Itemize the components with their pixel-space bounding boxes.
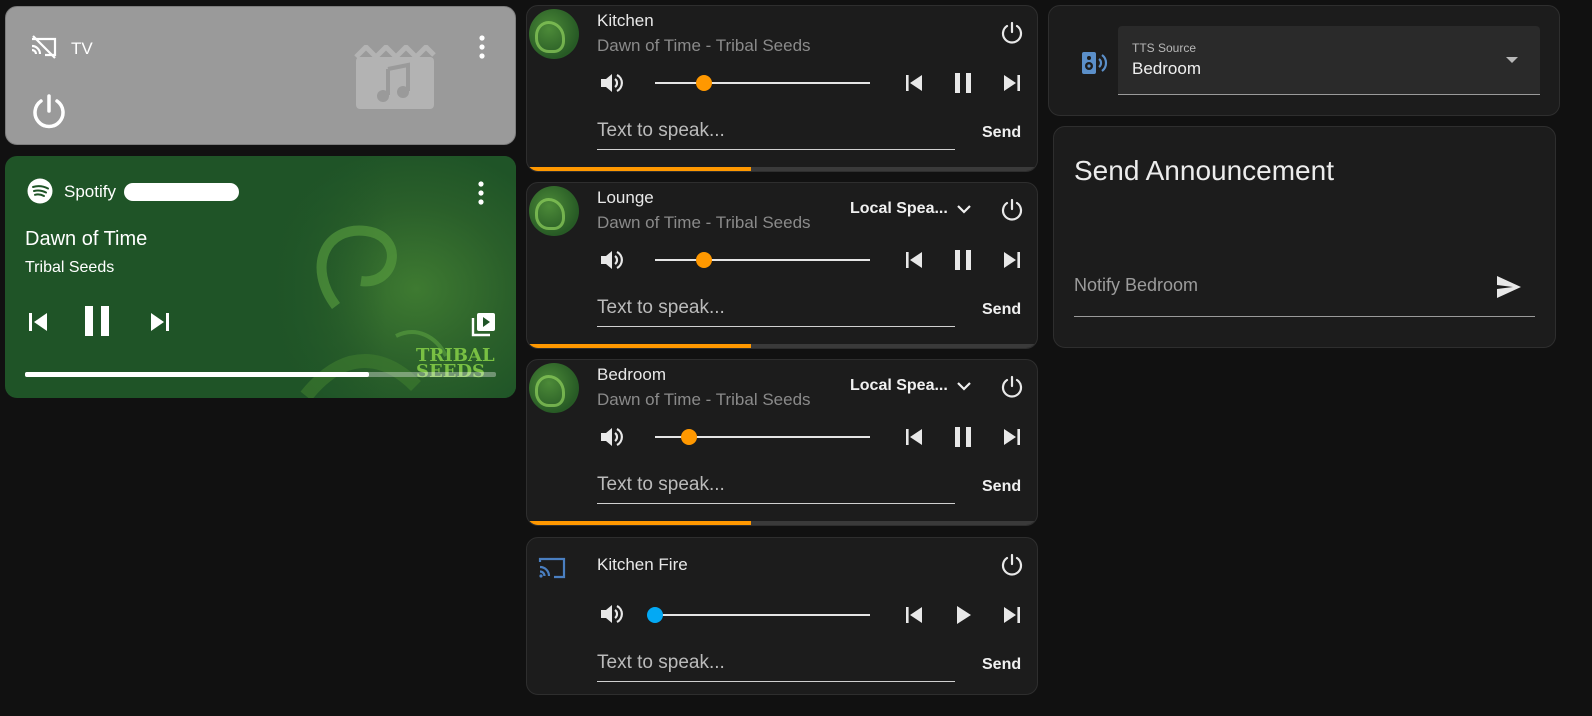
- source-name: Spotify: [64, 182, 116, 201]
- cast-disconnected-icon: [29, 34, 59, 60]
- source-select[interactable]: Local Spea...: [850, 377, 972, 395]
- now-playing: Dawn of Time - Tribal Seeds: [597, 36, 811, 55]
- more-options-icon[interactable]: [476, 180, 486, 206]
- speaker-name: Kitchen: [597, 11, 654, 30]
- previous-track-button[interactable]: [904, 250, 924, 270]
- spotify-card[interactable]: Spotify Dawn of Time Tribal Seeds TRIBAL…: [5, 156, 516, 398]
- notify-input[interactable]: Notify Bedroom: [1074, 270, 1535, 317]
- album-thumbnail: [529, 9, 579, 59]
- notify-placeholder: Notify Bedroom: [1074, 275, 1199, 295]
- more-options-icon[interactable]: [477, 34, 487, 60]
- redacted-account-name: [124, 183, 239, 201]
- previous-track-button[interactable]: [904, 605, 924, 625]
- progress-bar: [527, 167, 752, 171]
- next-track-button[interactable]: [1002, 605, 1022, 625]
- speaker-name: Bedroom: [597, 365, 666, 384]
- play-button[interactable]: [952, 603, 974, 627]
- speaker-card-bedroom[interactable]: Bedroom Dawn of Time - Tribal Seeds Loca…: [526, 359, 1038, 526]
- power-button[interactable]: [1000, 375, 1024, 399]
- tts-source-card: TTS Source Bedroom: [1048, 5, 1560, 116]
- power-button[interactable]: [1000, 553, 1024, 577]
- tts-source-label: TTS Source: [1132, 41, 1197, 55]
- now-playing: Dawn of Time - Tribal Seeds: [597, 213, 811, 232]
- progress-bar[interactable]: [25, 372, 496, 377]
- speaker-name: Kitchen Fire: [597, 555, 688, 574]
- pause-button[interactable]: [952, 248, 974, 272]
- next-track-button[interactable]: [149, 311, 171, 333]
- text-to-speak-input[interactable]: Text to speak...: [597, 295, 955, 327]
- pause-button[interactable]: [952, 71, 974, 95]
- chevron-down-icon: [957, 205, 971, 214]
- next-track-button[interactable]: [1002, 250, 1022, 270]
- now-playing: Dawn of Time - Tribal Seeds: [597, 390, 811, 409]
- speaker-card-kitchen[interactable]: Kitchen Dawn of Time - Tribal Seeds Text…: [526, 5, 1038, 172]
- power-button[interactable]: [1000, 198, 1024, 222]
- speaker-name: Lounge: [597, 188, 654, 207]
- send-button[interactable]: Send: [982, 478, 1021, 496]
- track-artist: Tribal Seeds: [25, 259, 115, 276]
- send-announcement-card: Send Announcement Notify Bedroom: [1053, 126, 1556, 348]
- volume-slider[interactable]: [655, 252, 870, 268]
- announcement-title: Send Announcement: [1074, 155, 1334, 186]
- progress-bar: [527, 344, 752, 348]
- progress-fill: [25, 372, 369, 377]
- tts-source-value: Bedroom: [1132, 59, 1201, 78]
- next-track-button[interactable]: [1002, 427, 1022, 447]
- send-icon[interactable]: [1495, 274, 1523, 300]
- spotify-icon: [27, 178, 53, 204]
- previous-track-button[interactable]: [27, 311, 49, 333]
- album-thumbnail: [529, 186, 579, 236]
- dropdown-arrow-icon: [1506, 57, 1518, 63]
- volume-icon[interactable]: [599, 425, 625, 449]
- previous-track-button[interactable]: [904, 427, 924, 447]
- text-to-speak-input[interactable]: Text to speak...: [597, 472, 955, 504]
- album-thumbnail: [529, 363, 579, 413]
- tts-source-select[interactable]: TTS Source Bedroom: [1118, 26, 1540, 95]
- send-button[interactable]: Send: [982, 301, 1021, 319]
- media-placeholder-icon: [354, 45, 436, 111]
- chevron-down-icon: [957, 382, 971, 391]
- progress-bar: [527, 521, 752, 525]
- volume-icon[interactable]: [599, 248, 625, 272]
- speaker-card-kitchen-fire[interactable]: Kitchen Fire Text to speak... Send: [526, 537, 1038, 695]
- previous-track-button[interactable]: [904, 73, 924, 93]
- volume-knob[interactable]: [647, 607, 663, 623]
- volume-slider[interactable]: [655, 429, 870, 445]
- volume-slider[interactable]: [655, 75, 870, 91]
- volume-slider[interactable]: [647, 607, 870, 623]
- volume-knob[interactable]: [696, 75, 713, 91]
- pause-button[interactable]: [952, 425, 974, 449]
- speaker-card-lounge[interactable]: Lounge Dawn of Time - Tribal Seeds Local…: [526, 182, 1038, 349]
- volume-icon[interactable]: [599, 602, 625, 626]
- send-button[interactable]: Send: [982, 656, 1021, 674]
- speaker-icon: [1081, 50, 1109, 76]
- cast-icon: [537, 555, 567, 581]
- tv-card[interactable]: TV: [5, 6, 516, 145]
- tv-name: TV: [71, 39, 93, 58]
- text-to-speak-input[interactable]: Text to speak...: [597, 650, 955, 682]
- volume-knob[interactable]: [696, 252, 713, 268]
- source-select-label: Local Spea...: [850, 377, 948, 394]
- text-to-speak-input[interactable]: Text to speak...: [597, 118, 955, 150]
- track-title: Dawn of Time: [25, 228, 148, 250]
- send-button[interactable]: Send: [982, 124, 1021, 142]
- power-button[interactable]: [1000, 21, 1024, 45]
- pause-button[interactable]: [82, 304, 112, 338]
- source-select-label: Local Spea...: [850, 200, 948, 217]
- source-select[interactable]: Local Spea...: [850, 200, 972, 218]
- next-track-button[interactable]: [1002, 73, 1022, 93]
- playlist-icon[interactable]: [470, 310, 498, 338]
- volume-icon[interactable]: [599, 71, 625, 95]
- tv-power-button[interactable]: [30, 93, 68, 131]
- volume-knob[interactable]: [681, 429, 698, 445]
